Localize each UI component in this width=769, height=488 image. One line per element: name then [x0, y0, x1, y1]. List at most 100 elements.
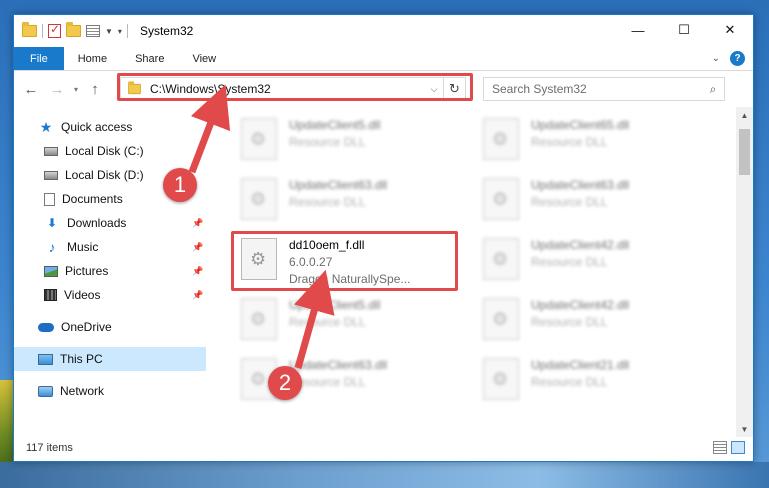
window-controls: — ☐ ✕ [615, 15, 753, 45]
videos-icon [44, 289, 57, 301]
scrollbar-thumb[interactable] [739, 129, 750, 175]
large-icons-view-icon[interactable] [731, 441, 745, 454]
file-type: Resource DLL [531, 315, 608, 329]
folder-icon[interactable] [22, 22, 37, 37]
maximize-button[interactable]: ☐ [661, 15, 707, 45]
sidebar-item-local-disk-c[interactable]: Local Disk (C:) [14, 139, 206, 163]
sidebar-item-onedrive[interactable]: OneDrive [14, 315, 206, 339]
file-type: Resource DLL [289, 375, 366, 389]
file-type: Resource DLL [531, 135, 608, 149]
dll-file-icon [241, 118, 277, 160]
tab-file[interactable]: File [14, 47, 64, 70]
title-bar: ▼ ▾ System32 — ☐ ✕ [14, 15, 753, 47]
sidebar-item-network[interactable]: Network [14, 379, 206, 403]
file-name: UpdateClient21.dll [531, 358, 630, 372]
sidebar-item-this-pc[interactable]: This PC [14, 347, 206, 371]
dll-file-icon [483, 298, 519, 340]
window-title: System32 [139, 24, 194, 38]
disk-icon [44, 146, 58, 156]
file-name: UpdateClient63.dll [289, 178, 388, 192]
recent-locations-icon[interactable]: ▾ [70, 85, 82, 94]
file-highlight [231, 231, 458, 291]
file-name: UpdateClient63.dll [289, 358, 388, 372]
search-icon[interactable]: ⌕ [702, 82, 724, 97]
list-item[interactable]: UpdateClient5.dll Resource DLL [229, 293, 449, 345]
back-button[interactable]: ← [18, 81, 44, 98]
pin-icon[interactable]: 📌 [192, 242, 203, 253]
file-type: Resource DLL [289, 195, 366, 209]
quick-access-toolbar: ▼ ▾ [22, 22, 128, 38]
pc-icon [38, 353, 53, 365]
tab-home[interactable]: Home [64, 47, 121, 70]
pin-icon[interactable]: 📌 [192, 218, 203, 229]
sidebar-item-label: Local Disk (C:) [65, 144, 144, 158]
ribbon-tabs: File Home Share View ⌄ ? [14, 47, 753, 71]
new-folder-icon[interactable] [66, 22, 81, 37]
dll-file-icon [241, 298, 277, 340]
file-type: Resource DLL [531, 195, 608, 209]
dll-file-icon [483, 178, 519, 220]
sidebar-item-label: Documents [62, 192, 123, 206]
sidebar-item-downloads[interactable]: ⬇ Downloads 📌 [14, 211, 206, 235]
downloads-icon: ⬇ [46, 216, 58, 230]
pin-icon[interactable]: 📌 [192, 266, 203, 277]
onedrive-icon [38, 322, 54, 332]
sidebar-item-label: Downloads [67, 216, 127, 230]
search-input[interactable] [492, 82, 702, 96]
tab-share[interactable]: Share [121, 47, 178, 70]
toolbar-divider [126, 24, 128, 38]
properties-icon[interactable] [86, 25, 100, 37]
dll-file-icon [483, 118, 519, 160]
sidebar-item-pictures[interactable]: Pictures 📌 [14, 259, 206, 283]
scroll-up-icon[interactable]: ▲ [736, 107, 753, 123]
sidebar-item-videos[interactable]: Videos 📌 [14, 283, 206, 307]
sidebar-item-label: Videos [64, 288, 101, 302]
file-name: UpdateClient5.dll [289, 118, 381, 132]
address-bar-highlight [117, 73, 473, 101]
sidebar-item-quick-access[interactable]: ★ Quick access [14, 115, 206, 139]
list-item[interactable]: UpdateClient63.dll Resource DLL [229, 353, 449, 405]
file-type: Resource DLL [289, 135, 366, 149]
list-item[interactable]: UpdateClient21.dll Resource DLL [471, 353, 691, 405]
minimize-button[interactable]: — [615, 15, 661, 45]
sidebar-item-label: Network [60, 384, 105, 398]
desktop-wallpaper-bottom [0, 462, 769, 488]
properties-check-icon[interactable] [48, 22, 61, 38]
step-1-badge: 1 [163, 168, 197, 202]
help-icon[interactable]: ? [730, 51, 745, 66]
ribbon-right-controls: ⌄ ? [712, 51, 745, 66]
chevron-down-icon[interactable]: ▼ [105, 27, 113, 36]
customize-toolbar-icon[interactable]: ▾ [118, 27, 122, 36]
file-name: UpdateClient5.dll [289, 298, 381, 312]
sidebar-item-music[interactable]: ♪ Music 📌 [14, 235, 206, 259]
list-item[interactable]: UpdateClient65.dll Resource DLL [471, 113, 691, 165]
vertical-scrollbar[interactable]: ▲ ▼ [736, 107, 753, 437]
dll-file-icon [483, 358, 519, 400]
file-name: UpdateClient42.dll [531, 298, 630, 312]
sidebar-item-label: Pictures [65, 264, 109, 278]
sidebar-item-label: Local Disk (D:) [65, 168, 144, 182]
close-button[interactable]: ✕ [707, 15, 753, 45]
list-item[interactable]: UpdateClient63.dll Resource DLL [471, 173, 691, 225]
sidebar-item-label: OneDrive [61, 320, 112, 334]
navigation-pane: ★ Quick access Local Disk (C:) Local Dis… [14, 107, 206, 435]
search-box[interactable]: ⌕ [483, 77, 725, 101]
dll-file-icon [483, 238, 519, 280]
list-item[interactable]: UpdateClient42.dll Resource DLL [471, 233, 691, 285]
pictures-icon [44, 265, 58, 277]
music-icon: ♪ [48, 239, 56, 255]
file-name: UpdateClient63.dll [531, 178, 630, 192]
forward-button[interactable]: → [44, 81, 70, 98]
up-button[interactable]: ↑ [82, 81, 108, 98]
file-name: UpdateClient42.dll [531, 238, 630, 252]
tab-view[interactable]: View [178, 47, 230, 70]
pin-icon[interactable]: 📌 [192, 290, 203, 301]
list-item[interactable]: UpdateClient42.dll Resource DLL [471, 293, 691, 345]
list-item[interactable]: UpdateClient5.dll Resource DLL [229, 113, 449, 165]
details-view-icon[interactable] [713, 441, 727, 454]
documents-icon [44, 192, 55, 206]
list-item[interactable]: UpdateClient63.dll Resource DLL [229, 173, 449, 225]
sidebar-item-label: Quick access [61, 120, 133, 134]
expand-ribbon-icon[interactable]: ⌄ [712, 53, 720, 64]
step-2-badge: 2 [268, 366, 302, 400]
